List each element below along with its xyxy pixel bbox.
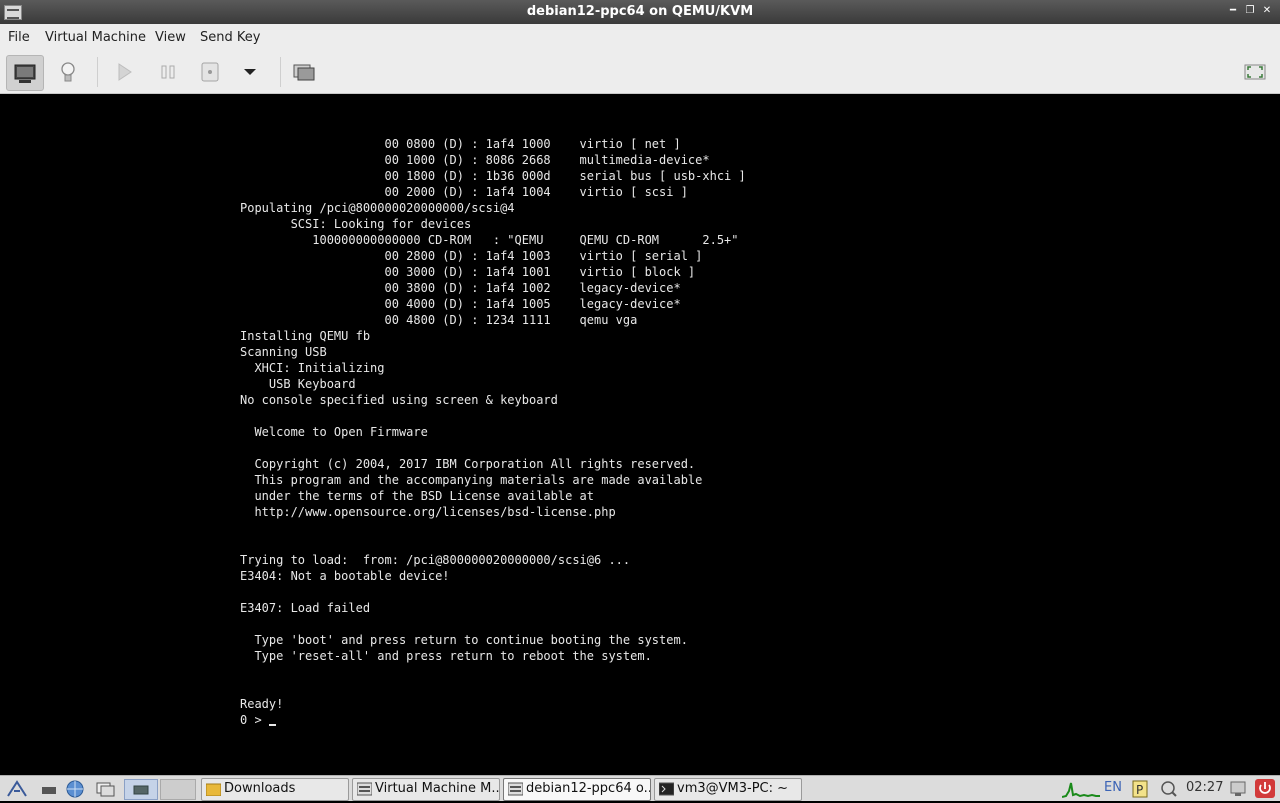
task-virtual-machine-manager[interactable]: Virtual Machine M...	[352, 778, 500, 801]
close-icon[interactable]: ✕	[1260, 4, 1274, 18]
pause-icon	[161, 65, 175, 79]
console-line: 00 2800 (D) : 1af4 1003 virtio [ serial …	[240, 249, 703, 263]
menu-file[interactable]: File	[8, 30, 30, 45]
logout-button[interactable]	[1254, 779, 1276, 798]
console-line: 00 2000 (D) : 1af4 1004 virtio [ scsi ]	[240, 185, 688, 199]
console-line: Type 'reset-all' and press return to reb…	[240, 649, 652, 663]
console-icon	[14, 64, 36, 83]
terminal-icon	[659, 782, 674, 796]
network-icon	[1161, 781, 1177, 797]
console-line: Installing QEMU fb	[240, 329, 371, 343]
console-line: under the terms of the BSD License avail…	[240, 489, 595, 503]
dropdown-icon	[244, 69, 256, 75]
console-line: 00 3000 (D) : 1af4 1001 virtio [ block ]	[240, 265, 696, 279]
virt-manager-icon	[357, 782, 372, 796]
window-titlebar[interactable]: debian12-ppc64 on QEMU/KVM ━ ❐ ✕	[0, 0, 1280, 24]
console-view-button[interactable]	[6, 55, 44, 91]
menu-virtual-machine[interactable]: Virtual Machine	[45, 30, 146, 45]
snapshots-icon	[293, 64, 315, 81]
start-menu-icon	[7, 780, 27, 797]
window-switcher-launcher[interactable]	[94, 779, 116, 798]
toolbar	[0, 51, 1280, 94]
console-line: XHCI: Initializing	[240, 361, 385, 375]
workspace-keyboard-icon	[133, 785, 149, 795]
console-line: E3404: Not a bootable device!	[240, 569, 450, 583]
console-line: 100000000000000 CD-ROM : "QEMU QEMU CD-R…	[240, 233, 739, 247]
console-line: USB Keyboard	[240, 377, 356, 391]
run-icon	[118, 63, 132, 81]
network-tray[interactable]	[1158, 779, 1178, 798]
cpu-monitor[interactable]	[1061, 779, 1100, 798]
details-view-button[interactable]	[50, 55, 86, 89]
power-off-icon	[1255, 779, 1275, 798]
windows-icon	[96, 782, 115, 797]
console-line: http://www.opensource.org/licenses/bsd-l…	[240, 505, 616, 519]
console-line: This program and the accompanying materi…	[240, 473, 703, 487]
menu-send-key[interactable]: Send Key	[200, 30, 260, 45]
window-title: debian12-ppc64 on QEMU/KVM	[526, 4, 754, 19]
task-downloads[interactable]: Downloads	[201, 778, 349, 801]
browser-launcher[interactable]	[64, 779, 86, 798]
workspace-2[interactable]	[160, 779, 196, 800]
console-line: 00 1000 (D) : 8086 2668 multimedia-devic…	[240, 153, 710, 167]
menu-view[interactable]: View	[155, 30, 186, 45]
folder-icon	[206, 783, 221, 796]
console-line: Welcome to Open Firmware	[240, 425, 428, 439]
details-bulb-icon	[61, 62, 75, 82]
console-line: 00 1800 (D) : 1b36 000d serial bus [ usb…	[240, 169, 746, 183]
desktop-icon	[42, 787, 56, 794]
text-cursor	[268, 724, 276, 726]
console-line: Ready!	[240, 697, 284, 711]
clipboard-icon: P	[1132, 780, 1148, 798]
task-terminal[interactable]: vm3@VM3-PC: ~	[654, 778, 802, 801]
vm-console-display[interactable]: 00 0800 (D) : 1af4 1000 virtio [ net ] 0…	[0, 94, 1280, 775]
menu-bar: File Virtual Machine View Send Key	[0, 24, 1280, 51]
console-line: 00 4800 (D) : 1234 1111 qemu vga	[240, 313, 638, 327]
fullscreen-button[interactable]	[1237, 55, 1273, 89]
console-line: No console specified using screen & keyb…	[240, 393, 558, 407]
show-desktop-button[interactable]	[38, 779, 60, 798]
clock[interactable]: 02:27	[1186, 780, 1223, 795]
cpu-graph-icon	[1061, 782, 1100, 798]
toolbar-separator	[97, 57, 98, 87]
shutdown-menu-button[interactable]	[232, 55, 268, 89]
task-label: debian12-ppc64 o...	[526, 781, 651, 796]
console-line: SCSI: Looking for devices	[240, 217, 472, 231]
svg-text:P: P	[1136, 783, 1143, 797]
taskbar: Downloads Virtual Machine M... debian12-…	[0, 775, 1280, 801]
console-line: 00 0800 (D) : 1af4 1000 virtio [ net ]	[240, 137, 681, 151]
pause-button[interactable]	[150, 55, 186, 89]
snapshots-button[interactable]	[286, 55, 322, 89]
fullscreen-icon	[1244, 64, 1266, 80]
minimize-icon[interactable]: ━	[1226, 4, 1240, 18]
console-line: E3407: Load failed	[240, 601, 371, 615]
clipboard-tray[interactable]: P	[1130, 779, 1150, 798]
console-line: Trying to load: from: /pci@8000000200000…	[240, 553, 631, 567]
shutdown-button[interactable]	[192, 55, 228, 89]
console-line: Type 'boot' and press return to continue…	[240, 633, 688, 647]
console-line: 00 4000 (D) : 1af4 1005 legacy-device*	[240, 297, 681, 311]
run-button[interactable]	[106, 55, 142, 89]
keyboard-layout[interactable]: EN	[1104, 780, 1122, 795]
task-debian-console[interactable]: debian12-ppc64 o...	[503, 778, 651, 801]
globe-icon	[66, 780, 84, 798]
console-line: Scanning USB	[240, 345, 327, 359]
lock-screen-button[interactable]	[1228, 779, 1248, 798]
virt-manager-icon	[508, 782, 523, 796]
console-output: 00 0800 (D) : 1af4 1000 virtio [ net ] 0…	[240, 136, 746, 728]
console-text: 00 0800 (D) : 1af4 1000 virtio [ net ] 0…	[240, 137, 746, 711]
console-line: Populating /pci@800000020000000/scsi@4	[240, 201, 515, 215]
workspace-1[interactable]	[124, 779, 158, 800]
task-label: vm3@VM3-PC: ~	[677, 781, 789, 796]
console-prompt: 0 >	[240, 713, 269, 727]
maximize-icon[interactable]: ❐	[1243, 4, 1257, 18]
start-menu-button[interactable]	[6, 779, 28, 798]
console-line: 00 3800 (D) : 1af4 1002 legacy-device*	[240, 281, 681, 295]
console-line: Copyright (c) 2004, 2017 IBM Corporation…	[240, 457, 696, 471]
power-icon	[201, 62, 219, 82]
task-label: Virtual Machine M...	[375, 781, 500, 796]
lock-screen-icon	[1230, 781, 1246, 796]
task-label: Downloads	[224, 781, 296, 796]
toolbar-separator	[280, 57, 281, 87]
